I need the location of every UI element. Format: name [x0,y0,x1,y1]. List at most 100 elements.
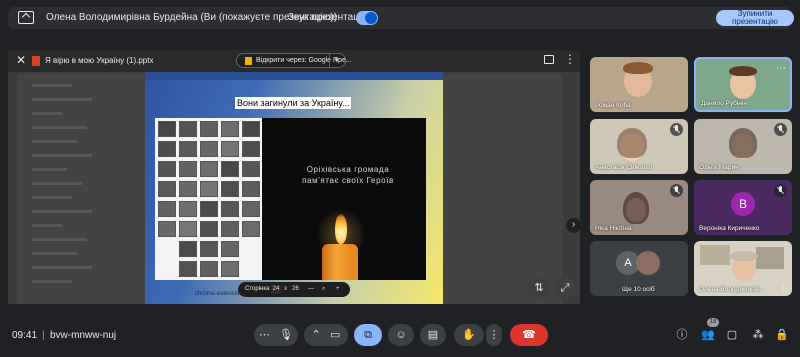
zoom-in-icon[interactable]: + [336,286,340,292]
candle [322,244,358,280]
participant-tile[interactable]: Ольга Марич [694,119,792,174]
hero-photo [242,181,260,197]
participant-tile[interactable]: ⋯ Данило Рубінін [694,57,792,112]
chevron-down-icon[interactable]: ▾ [329,54,343,67]
participant-name: Данило Рубінін [701,100,747,107]
print-icon[interactable] [544,55,554,64]
hero-photo [242,141,260,157]
hero-photo [200,241,218,257]
presentation-banner: Олена Володимирівна Бурдейна (Ви (покажу… [8,7,794,29]
open-with-button[interactable]: Відкрити через: Google Пре... ▾ [236,53,352,68]
hero-photo [200,181,218,197]
end-call-icon: ☎ [522,329,536,341]
participant-tile[interactable]: Анастасія Сиволап [590,119,688,174]
hero-photo [200,141,218,157]
hero-photo [158,161,176,177]
hero-photo [221,261,239,277]
captions-button[interactable]: ▤ [420,324,446,346]
meeting-code: bvw-mnww-nuj [50,330,117,341]
info-icon[interactable]: ⓘ [674,327,690,343]
avatar-photo [636,251,660,275]
participant-tile[interactable]: ⋮ Олена Володимирів... [694,241,792,296]
hero-photo [221,201,239,217]
page-total: 26 [292,286,299,292]
hero-photo [200,261,218,277]
search-icon[interactable]: ⌕ [322,286,325,293]
hero-photo [221,221,239,237]
hero-photo [158,181,176,197]
hero-photo [221,161,239,177]
clock: 09:41 [12,330,38,341]
participant-name: Вероніка Кириченко [699,225,760,232]
pptx-file-icon [32,56,40,66]
present-icon: ⧉ [364,329,372,341]
fullscreen-icon[interactable]: ⤢ [554,277,576,299]
chevron-up-icon[interactable]: ⌃ [312,329,321,341]
separator: | [42,330,45,341]
more-vert-icon[interactable]: ⋮ [564,52,576,66]
hero-photo [242,161,260,177]
present-screen-icon [18,11,34,24]
candle-flame [335,214,347,244]
participant-name: Анастасія Сиволап [595,164,653,171]
more-options-icon[interactable]: ⋯ [776,63,786,74]
toggle-knob [365,12,377,24]
hero-photo [200,121,218,137]
mic-off-icon [774,123,787,136]
presentation-sound-label: Звук презентації [288,12,364,23]
present-button[interactable]: ⧉ [354,324,382,346]
participant-name: Ще 10 осіб [622,286,655,293]
slide-title: Вони загинули за Україну... [235,97,352,109]
memorial-text: Оріхівська громада пам'ятає своїх Героїв [278,164,418,186]
end-call-button[interactable]: ☎ [510,324,548,346]
memorial-line-1: Оріхівська громада [306,165,390,174]
slide-top-band [145,72,443,80]
mic-control[interactable]: ⋯ 🎙 [254,324,298,346]
raise-hand-button[interactable]: ✋ [454,324,484,346]
camera-icon[interactable]: ▭ [330,329,340,341]
hero-photo [221,181,239,197]
hero-photo [179,181,197,197]
swap-view-icon[interactable]: ⇅ [528,277,550,299]
hero-photo [179,261,197,277]
presentation-viewer: ✕ Я вірю в мою Україну (1).pptx Відкрити… [8,50,580,304]
chat-icon[interactable]: ▢ [724,327,740,343]
hero-photo [200,161,218,177]
hero-photo [242,221,260,237]
more-vert-icon: ⋮ [488,329,500,341]
more-horiz-icon[interactable]: ⋯ [259,329,270,341]
participant-name: Олена Володимирів... [699,286,765,293]
more-participants-tile[interactable]: А Ще 10 осіб [590,241,688,296]
camera-control[interactable]: ⌃ ▭ [304,324,348,346]
participant-tile[interactable]: В Вероніка Кириченко [694,180,792,235]
emoji-button[interactable]: ☺ [388,324,414,346]
hero-photo [179,141,197,157]
slide-canvas: Вони загинули за Україну... Оріхівська г… [145,72,443,304]
activities-icon[interactable]: ⁂ [750,327,766,343]
hero-photo [158,121,176,137]
google-slides-icon [245,57,252,65]
participant-name: Ніка Нікітіна [595,225,632,232]
zoom-out-icon[interactable]: — [308,286,314,292]
hero-photo [158,201,176,217]
people-icon[interactable]: 👥 [700,327,716,343]
hero-photo [158,221,176,237]
hero-photo [242,121,260,137]
participant-count-badge: 18 [707,318,719,327]
more-options-button[interactable]: ⋮ [486,324,502,346]
more-options-icon[interactable]: ⋮ [778,283,788,294]
participant-tile[interactable]: Ніка Нікітіна [590,180,688,235]
mic-icon[interactable]: 🎙 [279,329,293,341]
host-controls-icon[interactable]: 🔒 [774,327,790,343]
mic-off-icon [774,184,787,197]
participant-name: Роман Коба [595,102,631,109]
next-page-button[interactable]: › [566,218,580,233]
hero-photo [179,201,197,217]
presentation-sound-toggle[interactable] [356,11,378,25]
hero-photo [200,221,218,237]
participant-tile[interactable]: Роман Коба [590,57,688,112]
stop-presenting-button[interactable]: Зупинити презентацію [716,10,794,26]
close-icon[interactable]: ✕ [16,53,26,67]
page-number-input[interactable]: 24 [271,285,281,294]
hero-photo [179,121,197,137]
